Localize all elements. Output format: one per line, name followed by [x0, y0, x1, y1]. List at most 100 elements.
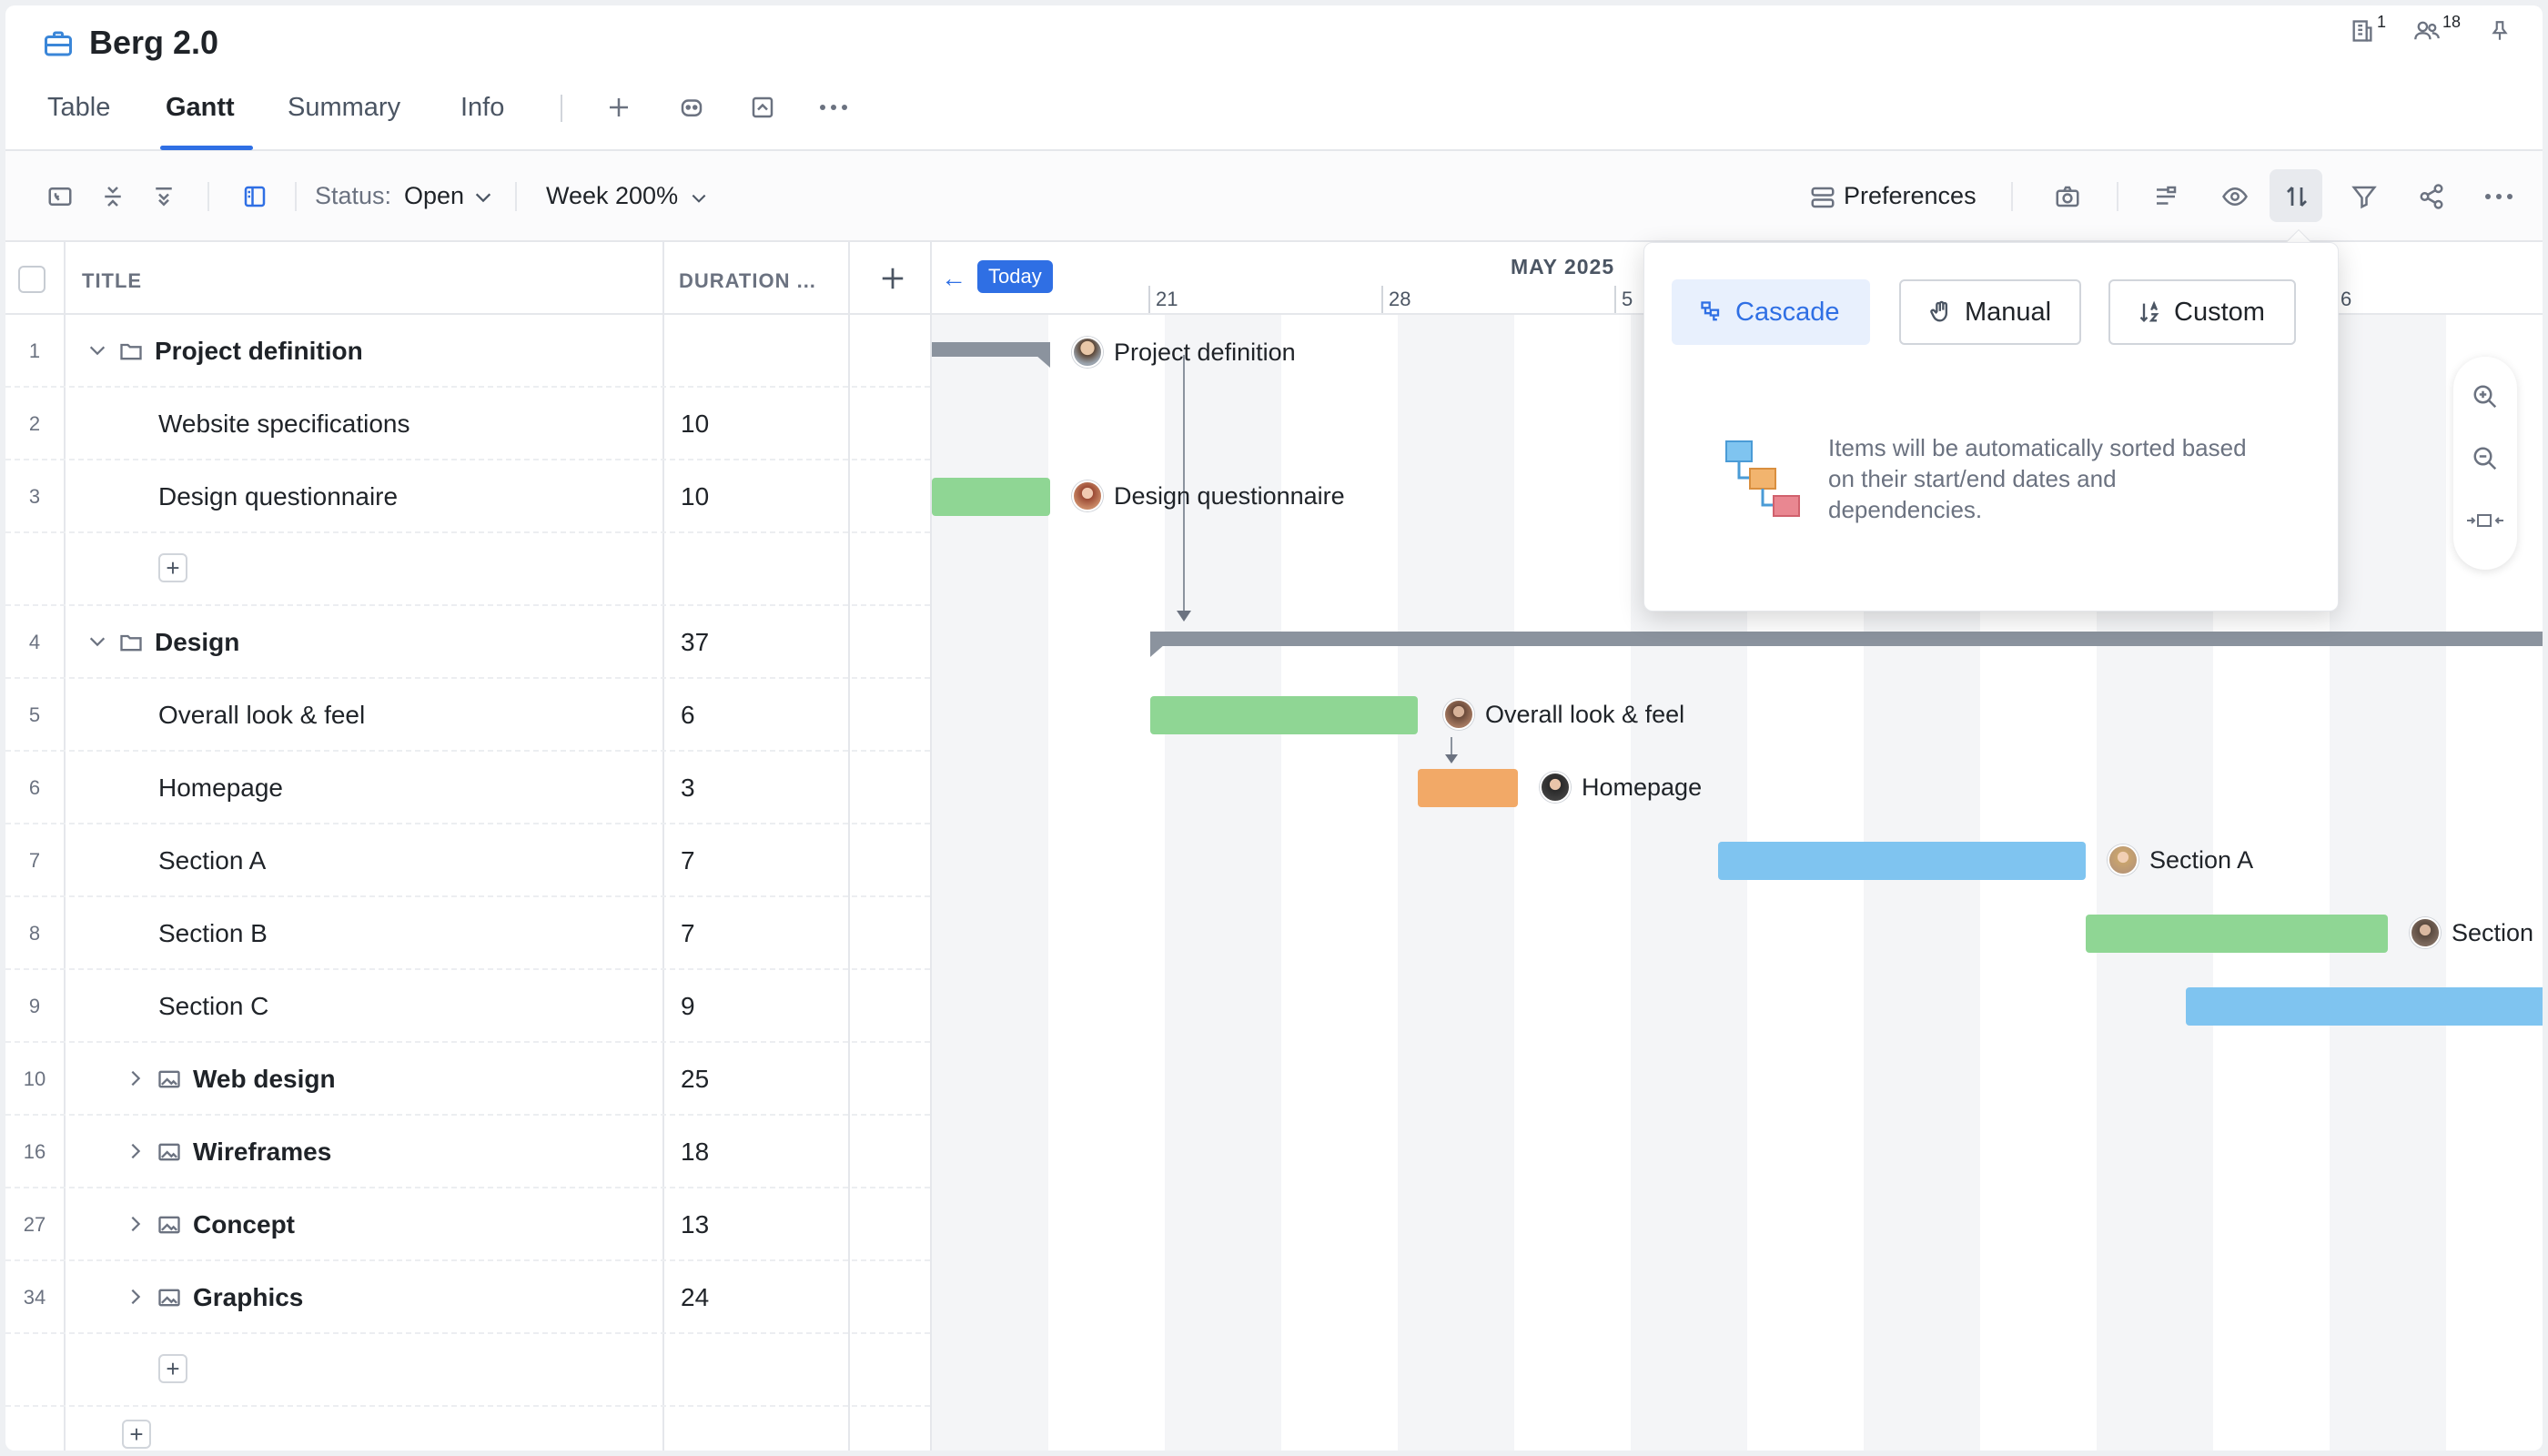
cascade-sort-button[interactable]: Cascade	[1672, 279, 1870, 345]
task-duration[interactable]: 7	[681, 846, 695, 875]
table-row[interactable]: 3 Design questionnaire 10	[5, 460, 930, 533]
chevron-right-icon[interactable]	[127, 1214, 144, 1234]
cascade-illustration-icon	[1725, 440, 1800, 517]
more-icon[interactable]	[817, 91, 850, 124]
chevron-down-icon[interactable]	[473, 189, 493, 206]
manual-sort-button[interactable]: Manual	[1899, 279, 2081, 345]
task-duration[interactable]: 9	[681, 992, 695, 1021]
tab-gantt[interactable]: Gantt	[166, 93, 235, 123]
bar-label: Overall look & feel	[1443, 699, 1684, 730]
chevron-right-icon[interactable]	[127, 1287, 144, 1307]
task-bar[interactable]	[1718, 842, 2086, 880]
task-title[interactable]: Design	[155, 628, 239, 657]
task-title[interactable]: Website specifications	[158, 410, 410, 439]
table-row[interactable]: 34 Graphics 24	[5, 1261, 930, 1334]
zoom-in-icon[interactable]	[2469, 380, 2502, 413]
tab-table[interactable]: Table	[47, 93, 110, 123]
zoom-out-icon[interactable]	[2469, 442, 2502, 475]
image-icon	[158, 1216, 180, 1234]
add-task-button[interactable]: +	[158, 553, 187, 582]
task-duration[interactable]: 18	[681, 1138, 709, 1167]
week-label: 5	[1622, 288, 1633, 310]
table-row[interactable]: 10 Web design 25	[5, 1043, 930, 1116]
collapse-all-icon[interactable]	[96, 180, 129, 213]
baseline-icon[interactable]	[2149, 180, 2182, 213]
task-title[interactable]: Homepage	[158, 774, 283, 803]
toggle-grid-icon[interactable]	[238, 180, 271, 213]
add-task-button[interactable]: +	[158, 1354, 187, 1383]
hand-icon	[1930, 300, 1947, 322]
task-duration[interactable]: 10	[681, 410, 709, 439]
more-icon[interactable]	[2482, 180, 2515, 213]
task-title[interactable]: Design questionnaire	[158, 482, 398, 511]
task-bar[interactable]	[1418, 769, 1518, 807]
task-title[interactable]: Project definition	[155, 337, 363, 366]
table-row[interactable]: 9 Section C 9	[5, 970, 930, 1043]
filter-icon[interactable]	[2348, 180, 2381, 213]
share-icon[interactable]	[2415, 180, 2448, 213]
task-duration[interactable]: 10	[681, 482, 709, 511]
task-title[interactable]: Section B	[158, 919, 268, 948]
collapse-header-icon[interactable]	[746, 91, 779, 124]
status-filter-value[interactable]: Open	[404, 182, 464, 210]
chevron-right-icon[interactable]	[127, 1141, 144, 1161]
custom-sort-button[interactable]: Custom	[2108, 279, 2296, 345]
task-title[interactable]: Concept	[193, 1210, 295, 1239]
summary-bar[interactable]	[932, 342, 1050, 357]
summary-bar[interactable]	[1150, 632, 2543, 646]
task-bar[interactable]	[2186, 987, 2543, 1026]
column-header-title[interactable]: TITLE	[82, 269, 142, 293]
chevron-down-icon[interactable]	[87, 342, 107, 359]
task-title[interactable]: Overall look & feel	[158, 701, 365, 730]
task-title[interactable]: Wireframes	[193, 1138, 331, 1167]
preferences-button[interactable]: Preferences	[1844, 182, 1977, 210]
fit-to-screen-icon[interactable]	[2464, 504, 2506, 537]
table-row[interactable]: 5 Overall look & feel 6	[5, 679, 930, 752]
table-row[interactable]: 16 Wireframes 18	[5, 1116, 930, 1188]
column-header-duration[interactable]: DURATION ...	[679, 269, 816, 293]
task-duration[interactable]: 7	[681, 919, 695, 948]
task-title[interactable]: Web design	[193, 1065, 336, 1094]
chevron-down-icon[interactable]	[87, 633, 107, 650]
add-group-button[interactable]: +	[122, 1420, 151, 1449]
task-duration[interactable]: 3	[681, 774, 695, 803]
task-title[interactable]: Graphics	[193, 1283, 303, 1312]
arrow-left-icon[interactable]: ←	[941, 264, 966, 293]
sort-icon[interactable]	[2280, 180, 2313, 213]
bot-icon[interactable]	[675, 91, 708, 124]
task-title[interactable]: Section C	[158, 992, 268, 1021]
week-label: 28	[1389, 288, 1411, 310]
add-column-button[interactable]	[879, 260, 906, 301]
table-row[interactable]: 7 Section A 7	[5, 824, 930, 897]
today-button[interactable]: Today	[977, 260, 1053, 293]
pin-icon[interactable]	[2488, 18, 2512, 44]
camera-icon[interactable]	[2051, 180, 2084, 213]
task-duration[interactable]: 37	[681, 628, 709, 657]
fullscreen-icon[interactable]	[44, 180, 76, 213]
select-all-checkbox[interactable]	[18, 266, 46, 293]
task-duration[interactable]: 25	[681, 1065, 709, 1094]
chevron-right-icon[interactable]	[127, 1068, 144, 1088]
task-bar[interactable]	[1150, 696, 1418, 734]
task-bar[interactable]	[2086, 915, 2388, 953]
table-row[interactable]: 8 Section B 7	[5, 897, 930, 970]
task-duration[interactable]: 24	[681, 1283, 709, 1312]
expand-all-icon[interactable]	[147, 180, 180, 213]
task-title[interactable]: Section A	[158, 846, 266, 875]
table-row[interactable]: 1 Project definition	[5, 315, 930, 388]
users-count[interactable]: 18	[2413, 13, 2461, 44]
task-duration[interactable]: 6	[681, 701, 695, 730]
task-bar[interactable]	[932, 478, 1050, 516]
table-row[interactable]: 2 Website specifications 10	[5, 388, 930, 460]
chevron-down-icon[interactable]	[690, 191, 708, 206]
zoom-level-select[interactable]: Week 200%	[546, 182, 678, 210]
documents-count[interactable]: 1	[2350, 13, 2386, 44]
tab-summary[interactable]: Summary	[288, 93, 400, 123]
table-row[interactable]: 4 Design 37	[5, 606, 930, 679]
task-duration[interactable]: 13	[681, 1210, 709, 1239]
table-row[interactable]: 27 Concept 13	[5, 1188, 930, 1261]
table-row[interactable]: 6 Homepage 3	[5, 752, 930, 824]
add-view-icon[interactable]	[602, 91, 635, 124]
eye-icon[interactable]	[2219, 180, 2251, 213]
tab-info[interactable]: Info	[460, 93, 504, 123]
